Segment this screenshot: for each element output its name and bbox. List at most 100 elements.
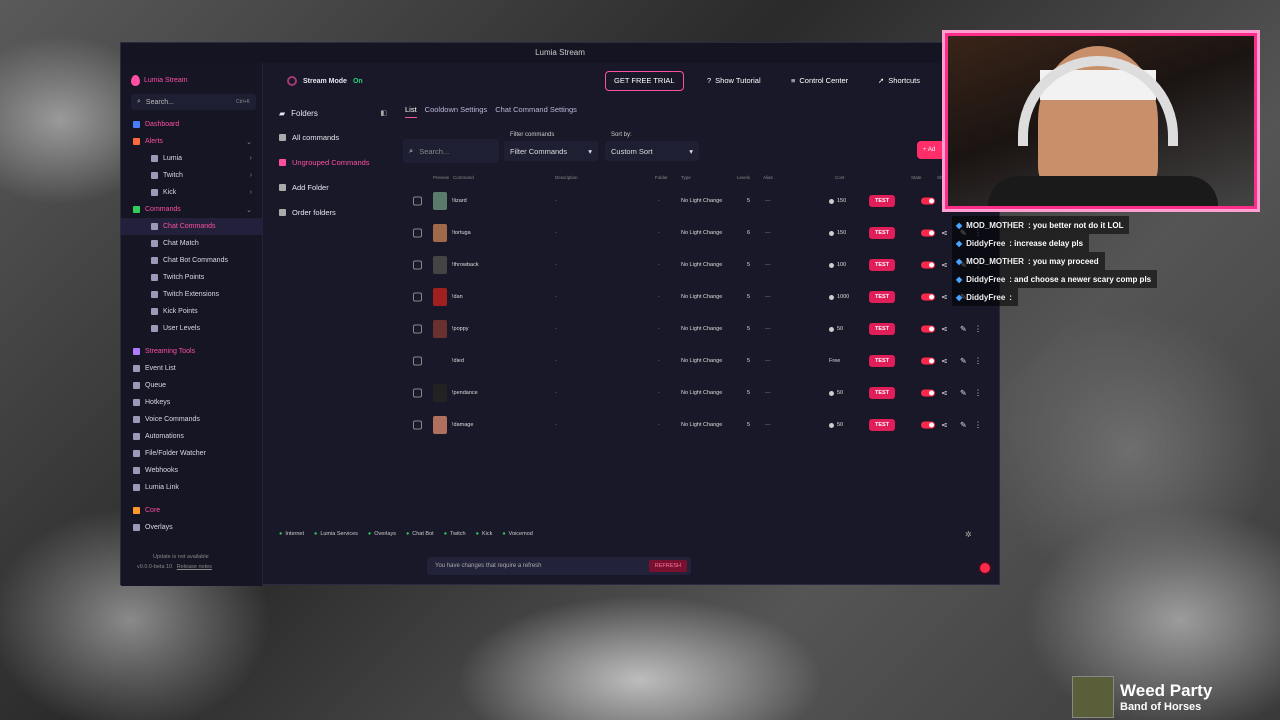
sidebar-item-hotkeys[interactable]: Hotkeys xyxy=(121,394,262,411)
more-icon[interactable]: ⋮ xyxy=(974,325,982,334)
row-checkbox[interactable] xyxy=(413,324,422,334)
test-button[interactable]: TEST xyxy=(869,227,896,239)
share-icon[interactable]: ⋖ xyxy=(941,261,948,270)
sidebar-item-alerts[interactable]: Alerts ⌄ xyxy=(121,133,262,150)
collapse-icon[interactable]: ◧ xyxy=(380,109,387,117)
sidebar-item-twitch-points[interactable]: Twitch Points xyxy=(121,269,262,286)
edit-icon[interactable]: ✎ xyxy=(960,325,967,334)
more-icon[interactable]: ⋮ xyxy=(974,421,982,430)
state-toggle[interactable] xyxy=(921,293,935,301)
state-toggle[interactable] xyxy=(921,197,935,205)
share-icon[interactable]: ⋖ xyxy=(941,389,948,398)
edit-icon[interactable]: ✎ xyxy=(960,389,967,398)
caret-down-icon: ▾ xyxy=(689,146,693,156)
chat-username: DiddyFree xyxy=(966,238,1006,248)
sidebar-search[interactable]: ⌕ Search... Ctrl+K xyxy=(131,94,256,110)
filter-select[interactable]: Filter Commands ▾ xyxy=(504,141,598,161)
table-row[interactable]: !pendance - - No Light Change 5 — 50 TEST ⋖ ✎ ⋮ xyxy=(403,377,983,409)
add-command-button[interactable]: + Ad xyxy=(917,141,947,159)
free-trial-button[interactable]: GET FREE TRIAL xyxy=(605,71,684,91)
more-icon[interactable]: ⋮ xyxy=(974,357,982,366)
stream-mode-toggle[interactable]: Stream Mode On xyxy=(281,71,363,91)
add-folder-button[interactable]: Add Folder xyxy=(271,175,391,200)
order-folders-button[interactable]: Order folders xyxy=(271,200,391,225)
folder-all-commands[interactable]: All commands xyxy=(271,125,391,150)
state-toggle[interactable] xyxy=(921,421,935,429)
refresh-button[interactable]: REFRESH xyxy=(648,560,687,572)
sidebar-item-voice-commands[interactable]: Voice Commands xyxy=(121,411,262,428)
sidebar-item-kick-points[interactable]: Kick Points xyxy=(121,303,262,320)
sort-select[interactable]: Custom Sort ▾ xyxy=(605,141,699,161)
sidebar-item-automations[interactable]: Automations xyxy=(121,428,262,445)
sidebar-item-commands[interactable]: Commands ⌄ xyxy=(121,201,262,218)
sidebar-item-twitch[interactable]: Twitch › xyxy=(121,167,262,184)
sidebar-item-webhooks[interactable]: Webhooks xyxy=(121,462,262,479)
test-button[interactable]: TEST xyxy=(869,259,896,271)
sidebar-item-icon xyxy=(151,257,158,264)
state-toggle[interactable] xyxy=(921,389,935,397)
table-row[interactable]: !poppy - - No Light Change 5 — 50 TEST ⋖ ✎ ⋮ xyxy=(403,313,983,345)
test-button[interactable]: TEST xyxy=(869,323,896,335)
release-notes-link[interactable]: Release notes xyxy=(177,564,212,570)
table-row[interactable]: !tortuga--No Light Change6—150TEST⋖✎⋮ xyxy=(403,217,983,249)
state-toggle[interactable] xyxy=(921,325,935,333)
tab-list[interactable]: List xyxy=(405,105,417,118)
row-checkbox[interactable] xyxy=(413,388,422,398)
sidebar-item-chat-bot-commands[interactable]: Chat Bot Commands xyxy=(121,252,262,269)
tab-cooldown-settings[interactable]: Cooldown Settings xyxy=(425,105,488,118)
share-icon[interactable]: ⋖ xyxy=(941,325,948,334)
sidebar-item-lumia-link[interactable]: Lumia Link xyxy=(121,479,262,496)
table-row[interactable]: !died - - No Light Change 5 — Free TEST ⋖ ✎ ⋮ xyxy=(403,345,983,377)
sidebar-item-dashboard[interactable]: Dashboard xyxy=(121,116,262,133)
command-search[interactable]: ⌕ Search... xyxy=(403,139,499,163)
table-row[interactable]: !dan--No Light Change5—1000TEST⋖✎⋮ xyxy=(403,281,983,313)
sidebar-item-lumia[interactable]: Lumia › xyxy=(121,150,262,167)
test-button[interactable]: TEST xyxy=(869,195,896,207)
row-checkbox[interactable] xyxy=(413,196,422,206)
help-icon: ? xyxy=(707,76,712,85)
control-center-button[interactable]: ≡ Control Center xyxy=(791,71,848,91)
test-button[interactable]: TEST xyxy=(869,291,896,303)
shortcuts-button[interactable]: ➚ Shortcuts xyxy=(878,71,920,91)
sidebar-item-streaming-tools[interactable]: Streaming Tools xyxy=(121,343,262,360)
row-checkbox[interactable] xyxy=(413,420,422,430)
sidebar-item-file-folder-watcher[interactable]: File/Folder Watcher xyxy=(121,445,262,462)
sidebar-item-chat-commands[interactable]: Chat Commands xyxy=(121,218,262,235)
share-icon[interactable]: ⋖ xyxy=(941,229,948,238)
sidebar-item-overlays[interactable]: Overlays xyxy=(121,519,262,536)
sidebar-item-kick[interactable]: Kick › xyxy=(121,184,262,201)
folder-ungrouped[interactable]: Ungrouped Commands xyxy=(271,150,391,175)
test-button[interactable]: TEST xyxy=(869,419,896,431)
table-row[interactable]: !throwback--No Light Change5—100TEST⋖✎⋮ xyxy=(403,249,983,281)
edit-icon[interactable]: ✎ xyxy=(960,357,967,366)
sidebar-item-chat-match[interactable]: Chat Match xyxy=(121,235,262,252)
chat-username: DiddyFree xyxy=(966,292,1006,302)
settings-icon[interactable]: ✲ xyxy=(965,530,972,539)
row-checkbox[interactable] xyxy=(413,292,422,302)
row-checkbox[interactable] xyxy=(413,228,422,238)
state-toggle[interactable] xyxy=(921,229,935,237)
tab-chat-command-settings[interactable]: Chat Command Settings xyxy=(495,105,577,118)
share-icon[interactable]: ⋖ xyxy=(941,357,948,366)
state-toggle[interactable] xyxy=(921,357,935,365)
sidebar-item-event-list[interactable]: Event List xyxy=(121,360,262,377)
share-icon[interactable]: ⋖ xyxy=(941,293,948,302)
edit-icon[interactable]: ✎ xyxy=(960,421,967,430)
row-checkbox[interactable] xyxy=(413,356,422,366)
sidebar-item-queue[interactable]: Queue xyxy=(121,377,262,394)
table-row[interactable]: !lizard--No Light Change5—150TEST⋖✎⋮ xyxy=(403,185,983,217)
sidebar-item-icon xyxy=(151,291,158,298)
test-button[interactable]: TEST xyxy=(869,355,896,367)
brand[interactable]: Lumia Stream xyxy=(121,63,262,86)
table-row[interactable]: !damage - - No Light Change 5 — 50 TEST ⋖ ✎ ⋮ xyxy=(403,409,983,441)
sidebar-item-core[interactable]: Core xyxy=(121,502,262,519)
share-icon[interactable]: ⋖ xyxy=(941,421,948,430)
record-icon[interactable] xyxy=(980,563,990,573)
more-icon[interactable]: ⋮ xyxy=(974,389,982,398)
test-button[interactable]: TEST xyxy=(869,387,896,399)
sidebar-item-user-levels[interactable]: User Levels xyxy=(121,320,262,337)
sidebar-item-twitch-extensions[interactable]: Twitch Extensions xyxy=(121,286,262,303)
row-checkbox[interactable] xyxy=(413,260,422,270)
show-tutorial-button[interactable]: ? Show Tutorial xyxy=(707,71,761,91)
state-toggle[interactable] xyxy=(921,261,935,269)
